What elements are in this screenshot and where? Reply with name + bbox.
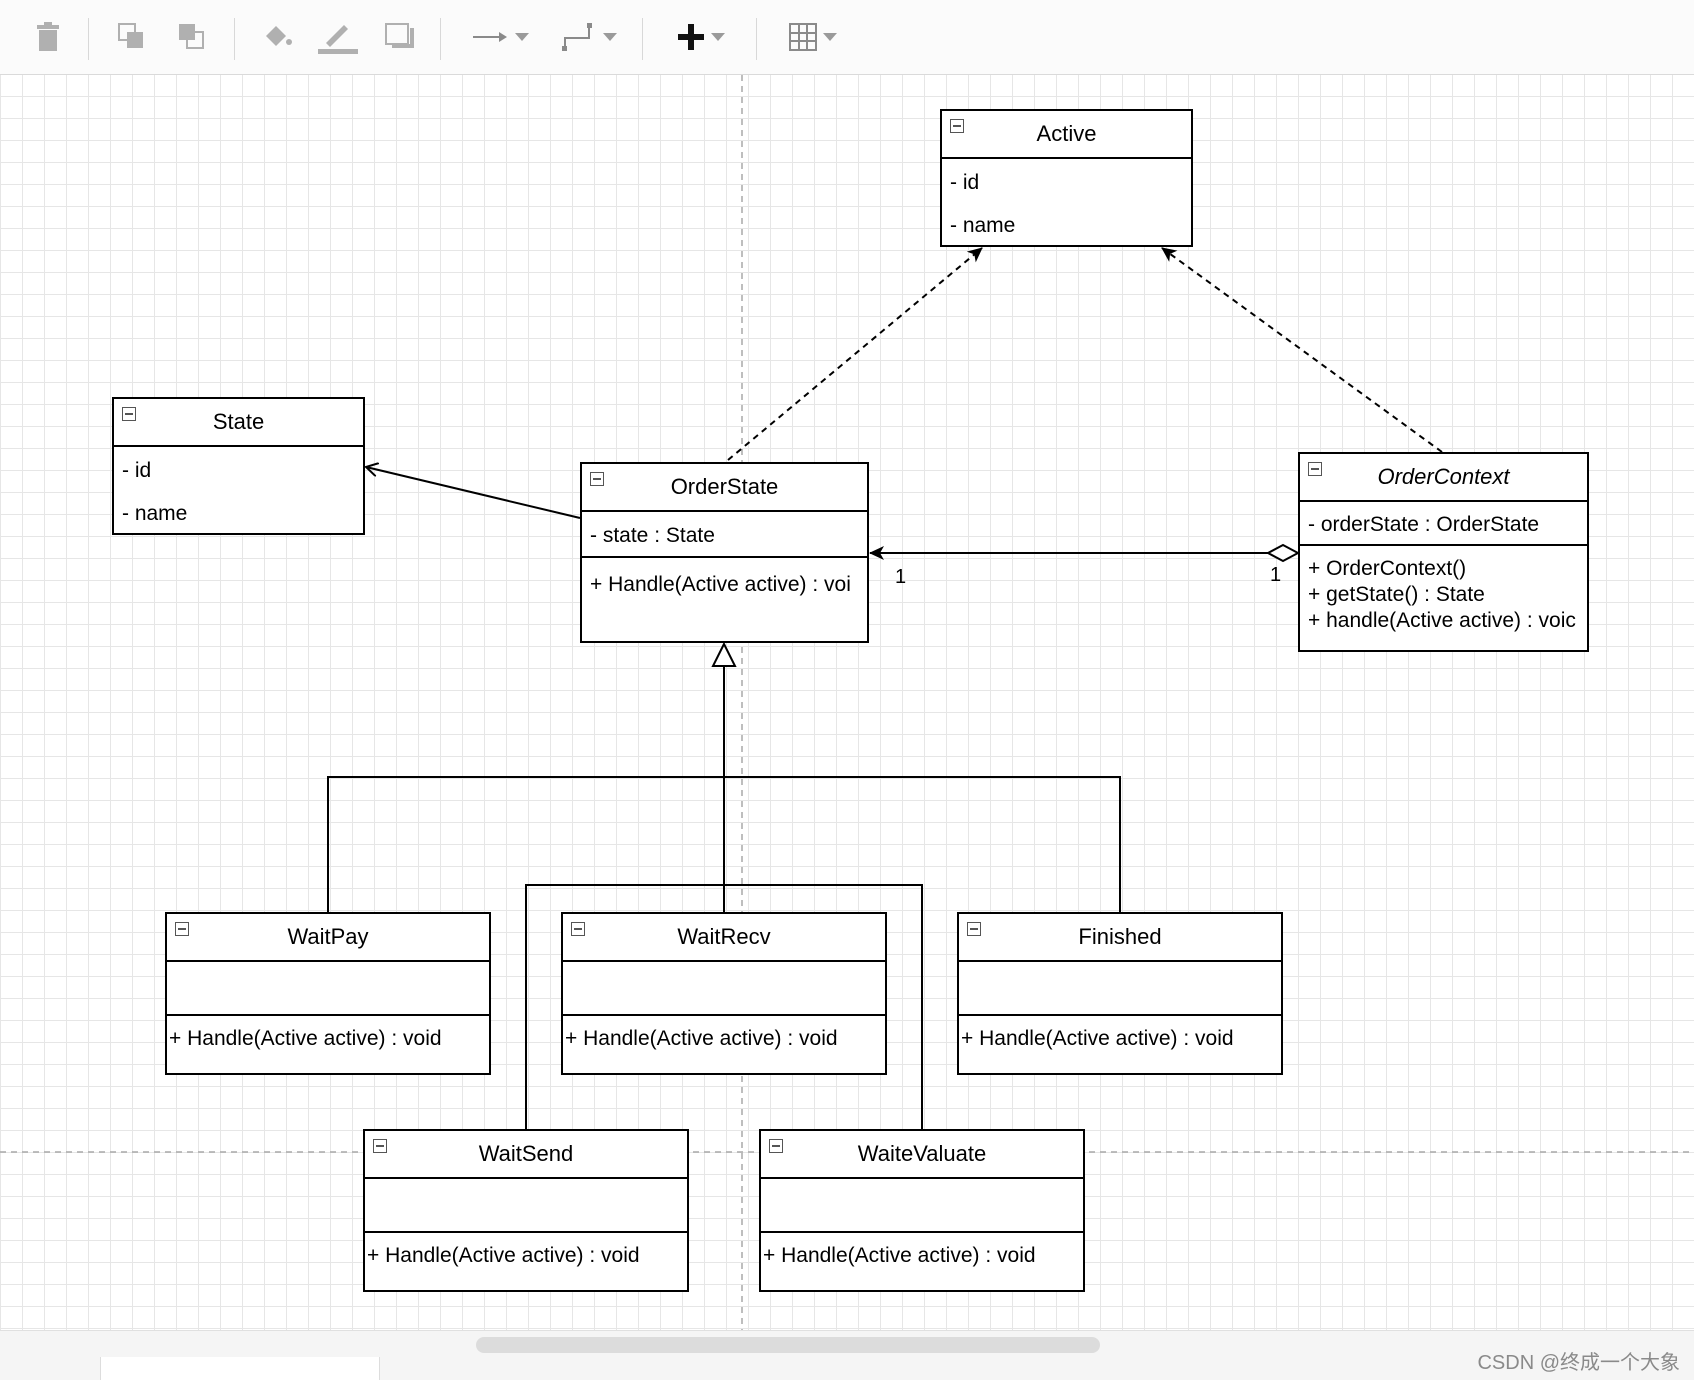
attributes-section (563, 962, 885, 1016)
method[interactable]: + Handle(Active active) : void (167, 1016, 489, 1052)
class-header: WaitRecv (563, 914, 885, 962)
attributes-section (959, 962, 1281, 1016)
attributes-section (761, 1179, 1083, 1233)
method[interactable]: + OrderContext() (1308, 556, 1587, 582)
class-header: WaitSend (365, 1131, 687, 1179)
class-waitevaluate[interactable]: WaiteValuate + Handle(Active active) : v… (759, 1129, 1085, 1292)
attribute[interactable]: - id (114, 449, 363, 492)
multiplicity-orderstate: 1 (895, 566, 907, 588)
methods-section: + Handle(Active active) : void (959, 1016, 1281, 1052)
collapse-icon[interactable] (122, 407, 136, 421)
page-tab[interactable] (100, 1357, 380, 1380)
attributes-section (365, 1179, 687, 1233)
method[interactable]: + Handle(Active active) : voi (582, 558, 867, 598)
collapse-icon[interactable] (769, 1139, 783, 1153)
class-title: Active (1036, 121, 1097, 146)
attributes-section (167, 962, 489, 1016)
attribute[interactable]: - orderState : OrderState (1300, 502, 1587, 544)
class-waitsend[interactable]: WaitSend + Handle(Active active) : void (363, 1129, 689, 1292)
dependency-orderstate-active[interactable] (727, 247, 983, 461)
class-header: OrderContext (1300, 454, 1587, 502)
class-active[interactable]: Active - id - name (940, 109, 1193, 247)
class-title: OrderState (670, 474, 779, 499)
class-state[interactable]: State - id - name (112, 397, 365, 535)
methods-section: + Handle(Active active) : void (563, 1016, 885, 1052)
method[interactable]: + Handle(Active active) : void (365, 1233, 687, 1269)
attribute[interactable]: - state : State (582, 512, 867, 556)
attributes-section: - state : State (582, 512, 867, 558)
collapse-icon[interactable] (967, 922, 981, 936)
class-header: Active (942, 111, 1191, 159)
horizontal-scrollbar[interactable] (476, 1337, 1100, 1353)
methods-section: + Handle(Active active) : void (365, 1233, 687, 1269)
class-header: WaitPay (167, 914, 489, 962)
method[interactable]: + getState() : State (1308, 582, 1587, 608)
class-waitrecv[interactable]: WaitRecv + Handle(Active active) : void (561, 912, 887, 1075)
class-title: WaitRecv (677, 924, 771, 949)
collapse-icon[interactable] (373, 1139, 387, 1153)
collapse-icon[interactable] (1308, 462, 1322, 476)
class-header: Finished (959, 914, 1281, 962)
class-title: WaiteValuate (857, 1141, 987, 1166)
attribute[interactable]: - id (942, 161, 1191, 204)
class-header: WaiteValuate (761, 1131, 1083, 1179)
aggregation-diamond (1265, 543, 1301, 563)
class-title: WaitSend (478, 1141, 574, 1166)
class-orderstate[interactable]: OrderState - state : State + Handle(Acti… (580, 462, 869, 643)
class-title: Finished (1078, 924, 1162, 949)
attributes-section: - id - name (942, 159, 1191, 247)
collapse-icon[interactable] (950, 119, 964, 133)
class-finished[interactable]: Finished + Handle(Active active) : void (957, 912, 1283, 1075)
methods-section: + Handle(Active active) : void (167, 1016, 489, 1052)
attribute[interactable]: - name (114, 492, 363, 535)
attribute[interactable]: - name (942, 204, 1191, 247)
method[interactable]: + Handle(Active active) : void (563, 1016, 885, 1052)
multiplicity-ordercontext: 1 (1270, 564, 1282, 586)
association-orderstate-state[interactable] (366, 467, 581, 519)
collapse-icon[interactable] (175, 922, 189, 936)
method[interactable]: + Handle(Active active) : void (959, 1016, 1281, 1052)
class-title: WaitPay (287, 924, 369, 949)
generalization-triangle (711, 641, 737, 667)
class-title: OrderContext (1377, 464, 1510, 489)
watermark: CSDN @终成一个大象 (1477, 1352, 1680, 1374)
attributes-section: - orderState : OrderState (1300, 502, 1587, 546)
dependency-ordercontext-active[interactable] (1161, 247, 1443, 453)
collapse-icon[interactable] (571, 922, 585, 936)
class-header: OrderState (582, 464, 867, 512)
method[interactable]: + Handle(Active active) : void (761, 1233, 1083, 1269)
class-header: State (114, 399, 363, 447)
class-title: State (212, 409, 265, 434)
method[interactable]: + handle(Active active) : voic (1308, 608, 1587, 634)
collapse-icon[interactable] (590, 472, 604, 486)
attributes-section: - id - name (114, 447, 363, 535)
class-waitpay[interactable]: WaitPay + Handle(Active active) : void (165, 912, 491, 1075)
methods-section: + OrderContext() + getState() : State + … (1300, 546, 1587, 634)
methods-section: + Handle(Active active) : void (761, 1233, 1083, 1269)
class-ordercontext[interactable]: OrderContext - orderState : OrderState +… (1298, 452, 1589, 652)
methods-section: + Handle(Active active) : voi (582, 558, 867, 598)
